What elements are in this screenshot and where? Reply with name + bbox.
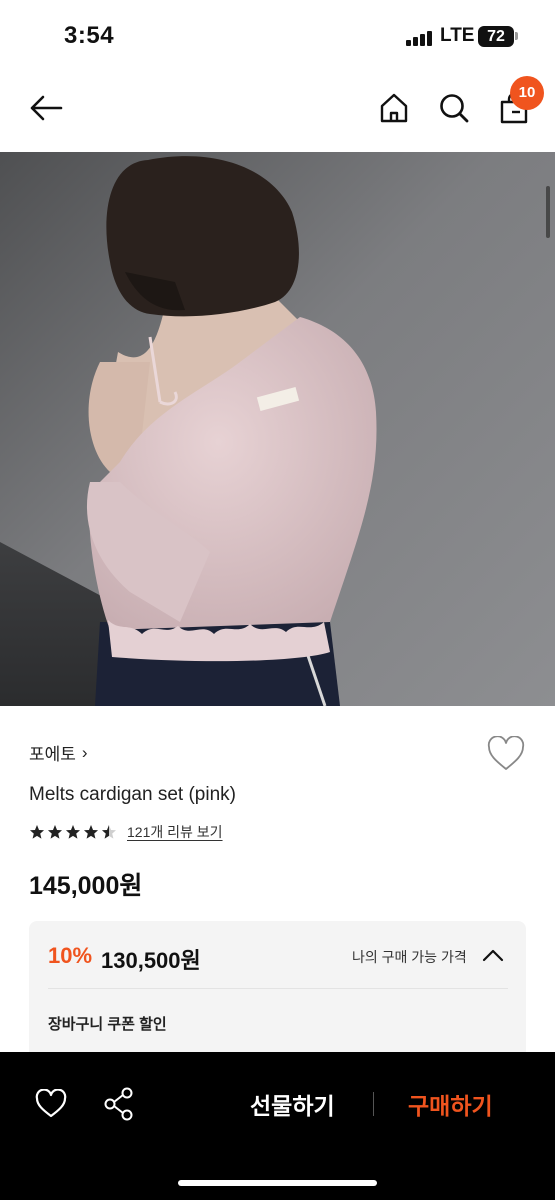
rating-row: 121개 리뷰 보기 <box>29 822 223 842</box>
star-icon <box>102 825 116 839</box>
home-indicator <box>178 1180 377 1186</box>
arrow-left-icon <box>30 95 63 121</box>
signal-icon <box>406 30 434 46</box>
home-icon <box>380 93 408 123</box>
heart-icon <box>487 735 525 770</box>
gift-button[interactable]: 선물하기 <box>250 1087 335 1121</box>
product-title: Melts cardigan set (pink) <box>29 784 236 805</box>
status-bar: 3:54 LTE 72 <box>0 0 555 72</box>
divider <box>48 988 508 989</box>
home-button[interactable] <box>372 84 416 132</box>
discount-panel: 10% 130,500원 나의 구매 가능 가격 장바구니 쿠폰 할인 <box>29 921 526 1061</box>
star-rating <box>29 824 119 840</box>
brand-name: 포에토 <box>29 745 76 764</box>
status-time: 3:54 <box>64 22 115 49</box>
bottom-action-bar: 선물하기 구매하기 <box>0 1052 555 1200</box>
scroll-indicator <box>546 186 550 238</box>
discount-percent: 10% <box>48 943 93 968</box>
star-icon <box>30 825 44 839</box>
wishlist-button[interactable] <box>486 735 526 772</box>
share-button[interactable] <box>99 1084 139 1124</box>
my-price-label[interactable]: 나의 구매 가능 가격 <box>352 947 467 967</box>
star-icon <box>48 825 62 839</box>
brand-link[interactable]: 포에토 › <box>29 740 88 765</box>
divider <box>373 1092 374 1116</box>
top-nav: 10 <box>0 72 555 152</box>
coupon-label: 장바구니 쿠폰 할인 <box>48 1016 167 1033</box>
product-image[interactable] <box>0 152 555 706</box>
review-link[interactable]: 121개 리뷰 보기 <box>127 822 223 842</box>
search-button[interactable] <box>432 84 476 132</box>
product-photo <box>0 152 555 706</box>
cart-count-badge: 10 <box>510 76 544 110</box>
star-icon <box>84 825 98 839</box>
network-label: LTE <box>440 25 475 46</box>
star-icon <box>66 825 80 839</box>
heart-icon <box>35 1089 67 1118</box>
chevron-up-icon[interactable] <box>481 945 505 965</box>
buy-button[interactable]: 구매하기 <box>408 1087 493 1121</box>
chevron-right-icon: › <box>81 742 88 762</box>
share-icon <box>104 1087 133 1121</box>
back-button[interactable] <box>24 84 68 132</box>
bottom-wishlist-button[interactable] <box>31 1084 71 1124</box>
search-icon <box>440 94 469 123</box>
original-price: 145,000원 <box>29 872 143 900</box>
discount-price: 130,500원 <box>101 948 201 973</box>
battery-tip <box>515 32 518 40</box>
battery-icon: 72 <box>478 26 514 47</box>
